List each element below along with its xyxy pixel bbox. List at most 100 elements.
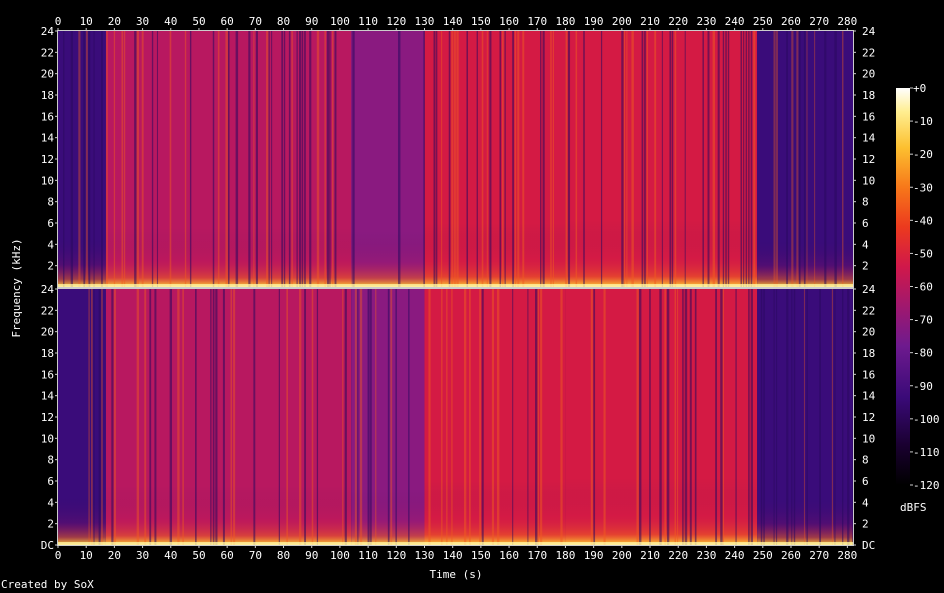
x-tick-label: 120: [386, 15, 406, 28]
spectral-streak: [847, 289, 850, 545]
spectral-streak: [466, 31, 469, 287]
spectral-streak: [354, 289, 357, 545]
y-tick-label-left: 4: [47, 238, 54, 251]
y-tick-label-right: 18: [862, 89, 875, 102]
spectral-streak: [725, 31, 727, 287]
spectral-streak: [824, 31, 827, 287]
x-tick-label: 40: [164, 549, 177, 562]
x-tick-label: 140: [443, 549, 463, 562]
spectral-streak: [644, 31, 646, 287]
x-tick-label: 50: [192, 15, 205, 28]
y-tick-label-right: 24: [862, 283, 876, 296]
spectral-streak: [446, 289, 448, 545]
spectral-streak: [535, 289, 538, 545]
spectral-streak: [583, 31, 585, 287]
y-tick-label-right: 6: [862, 475, 869, 488]
spectral-streak: [593, 289, 596, 545]
y-tick-label-right: 4: [862, 496, 869, 509]
spectral-streak: [288, 31, 291, 287]
y-tick-label-left: 10: [41, 174, 54, 187]
spectral-streak: [669, 31, 672, 287]
spectral-streak: [689, 289, 692, 545]
spectral-streak: [512, 31, 514, 287]
y-tick-label-left: 16: [41, 368, 54, 381]
spectral-streak: [776, 31, 778, 287]
x-tick-label: 0: [55, 549, 62, 562]
spectral-streak: [803, 289, 805, 545]
spectral-streak: [441, 289, 443, 545]
spectral-streak: [169, 289, 173, 545]
spectral-streak: [299, 289, 302, 545]
y-tick-label-left: 22: [41, 46, 54, 59]
spectral-streak: [352, 31, 355, 287]
y-tick-label-left: 20: [41, 68, 54, 81]
y-tick-label-right: 14: [862, 390, 876, 403]
y-tick-label-right: 10: [862, 432, 875, 445]
spectral-streak: [798, 31, 801, 287]
spectral-streak: [326, 31, 330, 287]
y-tick-label-right: 20: [862, 326, 875, 339]
spectral-streak: [773, 289, 775, 545]
spectral-streak: [479, 289, 481, 545]
spectral-streak: [136, 289, 140, 545]
spectral-streak: [753, 31, 756, 287]
y-tick-label-left: 16: [41, 110, 54, 123]
spectral-streak: [212, 31, 215, 287]
spectral-streak: [106, 31, 108, 287]
credit-text: Created by SoX: [1, 578, 94, 591]
x-tick-label: 170: [527, 549, 547, 562]
x-tick-label: 190: [584, 549, 604, 562]
x-tick-label: 250: [753, 549, 773, 562]
spectral-streak: [101, 31, 103, 287]
spectral-streak: [489, 31, 492, 287]
dc-band: [58, 542, 853, 545]
spectral-streak: [395, 289, 397, 545]
x-tick-label: 160: [499, 549, 519, 562]
spectral-streak: [433, 31, 436, 287]
x-tick-label: 10: [80, 549, 93, 562]
spectral-streak: [623, 31, 626, 287]
x-tick-label: 50: [192, 549, 205, 562]
spectral-streak: [235, 31, 239, 287]
x-axis-label: Time (s): [430, 568, 483, 581]
spectral-streak: [291, 31, 293, 287]
y-tick-label-right: 18: [862, 347, 875, 360]
x-tick-label: 180: [556, 15, 576, 28]
spectral-streak: [451, 289, 453, 545]
spectral-streak: [834, 289, 836, 545]
spectral-streak: [567, 31, 571, 287]
spectral-streak: [70, 31, 74, 287]
spectral-streak: [304, 289, 307, 545]
spectral-streak: [93, 289, 95, 545]
spectral-streak: [806, 31, 808, 287]
spectral-streak: [329, 31, 331, 287]
x-tick-labels-bottom: 0 10 20 30 40 50 60 70 80 90 100 110 120 130 140 150 160…: [55, 545, 857, 562]
spectral-streak: [575, 31, 578, 287]
y-tick-label-right: 2: [862, 518, 869, 531]
spectrogram-channel-2: [58, 289, 853, 545]
spectral-streak: [304, 31, 306, 287]
spectral-streak: [659, 289, 662, 545]
spectrogram-chart: 0 10 20 30 40 50 60 70 80 90 100 110 120 130 140 150 160…: [10, 15, 940, 581]
spectral-streak: [334, 31, 337, 287]
x-tick-label: 210: [640, 15, 660, 28]
colorbar-tick-label: -10: [913, 115, 933, 128]
colorbar-label: dBFS: [900, 501, 927, 514]
spectral-streak: [184, 31, 187, 287]
spectral-streak: [299, 31, 301, 287]
spectral-streak: [134, 31, 137, 287]
spectral-streak: [121, 31, 124, 287]
x-tick-label: 10: [80, 15, 93, 28]
spectral-streak: [684, 289, 688, 545]
spectral-streak: [722, 31, 725, 287]
y-tick-label-right: 12: [862, 411, 875, 424]
spectral-streak: [154, 289, 157, 545]
spectral-streak: [397, 31, 401, 287]
y-tick-label-left: 12: [41, 153, 54, 166]
x-tick-label: 270: [809, 15, 829, 28]
spectral-streak: [748, 289, 750, 545]
spectral-streak: [367, 289, 370, 545]
colorbar-tick-label: -40: [913, 214, 933, 227]
spectral-streak: [344, 289, 347, 545]
spectral-streak: [791, 289, 793, 545]
